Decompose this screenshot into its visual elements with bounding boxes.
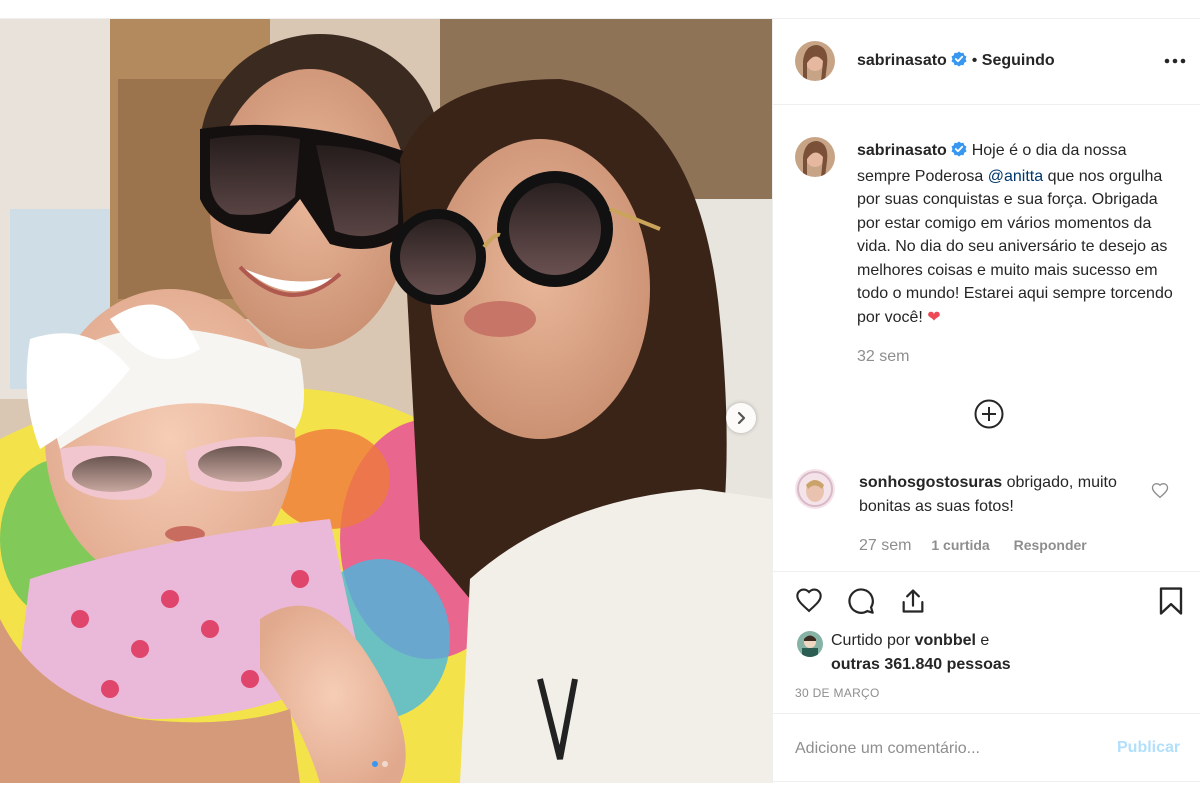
following-button[interactable]: Seguindo — [982, 52, 1055, 69]
caption-mention-link[interactable]: @anitta — [988, 168, 1043, 185]
comment-input[interactable] — [793, 734, 1093, 764]
header-separator: • — [971, 52, 978, 69]
liked-by-prefix: Curtido por — [831, 632, 911, 649]
liked-by-avatar[interactable] — [797, 631, 823, 657]
caption-username[interactable]: sabrinasato — [857, 142, 947, 159]
more-options-button[interactable] — [1163, 49, 1187, 73]
next-slide-button[interactable] — [726, 403, 756, 433]
like-button[interactable] — [793, 585, 825, 617]
liked-by-others[interactable]: outras 361.840 pessoas — [831, 656, 1011, 673]
comment-timestamp[interactable]: 27 sem — [859, 537, 911, 554]
carousel-dot — [382, 761, 388, 767]
verified-badge-icon — [951, 141, 967, 165]
comment-icon — [848, 588, 874, 614]
like-comment-button[interactable] — [1151, 482, 1169, 500]
post-container: sabrinasato • Seguindo sabrinasato Hoje … — [0, 18, 1200, 783]
post-caption: sabrinasato Hoje é o dia da nossa sempre… — [857, 139, 1177, 369]
photo-illustration — [0, 19, 772, 783]
likes-summary: Curtido por vonbbel e outras 361.840 pes… — [831, 629, 1011, 677]
heart-emoji: ❤ — [927, 308, 941, 326]
carousel-indicator — [372, 761, 388, 767]
post-date[interactable]: 30 DE MARÇO — [795, 686, 880, 700]
share-icon — [902, 589, 924, 613]
more-options-icon — [1164, 58, 1186, 64]
comment-meta: 27 sem 1 curtida Responder — [859, 537, 1087, 555]
comment-button[interactable] — [845, 585, 877, 617]
comment-username[interactable]: sonhosgostosuras — [859, 474, 1002, 491]
publish-button[interactable]: Publicar — [1117, 739, 1180, 757]
caption-text-end: que nos orgulha por suas conquistas e su… — [857, 167, 1173, 326]
chevron-right-icon — [737, 411, 746, 425]
comment-likes[interactable]: 1 curtida — [931, 537, 989, 553]
author-avatar[interactable] — [795, 41, 835, 81]
header-line: sabrinasato • Seguindo — [857, 51, 1055, 72]
reply-button[interactable]: Responder — [1014, 537, 1087, 553]
save-button[interactable] — [1155, 585, 1187, 617]
liked-by-user[interactable]: vonbbel — [915, 632, 976, 649]
comment-item: sonhosgostosuras obrigado, muito bonitas… — [859, 471, 1129, 518]
post-sidebar: sabrinasato • Seguindo sabrinasato Hoje … — [772, 19, 1200, 783]
liked-by-conjunction: e — [980, 632, 990, 649]
caption-author-avatar[interactable] — [795, 137, 835, 177]
carousel-dot-active — [372, 761, 378, 767]
author-username[interactable]: sabrinasato — [857, 52, 947, 69]
bookmark-icon — [1159, 587, 1183, 615]
commenter-avatar[interactable] — [795, 469, 835, 509]
verified-badge-icon — [951, 51, 967, 72]
load-more-comments-button[interactable] — [973, 398, 1005, 430]
heart-icon — [796, 588, 822, 613]
plus-circle-icon — [974, 399, 1004, 429]
share-button[interactable] — [897, 585, 929, 617]
small-heart-icon — [1151, 482, 1169, 499]
add-comment-section: Publicar — [773, 713, 1200, 783]
caption-timestamp[interactable]: 32 sem — [857, 345, 1177, 369]
post-header: sabrinasato • Seguindo — [773, 19, 1200, 105]
post-photo[interactable] — [0, 19, 772, 783]
